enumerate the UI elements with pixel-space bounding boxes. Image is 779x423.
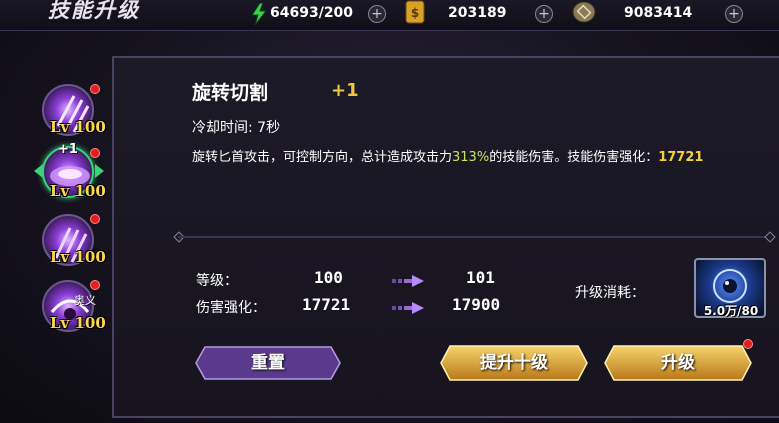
coin-icon [572,1,596,23]
reset-button-label: 重置 [251,353,285,373]
notification-dot [90,214,100,224]
upgrade-button[interactable]: 升级 [604,345,752,381]
notification-dot [90,84,100,94]
desc-text: 旋转匕首攻击，可控制方向，总计造成攻击力 [192,150,453,165]
upgrade-ten-button-label: 提升十级 [480,353,548,373]
selection-arrow-left [34,164,43,178]
skill-slot-1[interactable]: Lv 100 [42,84,106,138]
upgrade-cost-label: 升级消耗： [575,285,645,301]
arrow-right-icon [392,272,424,287]
arrow-right-icon [392,299,424,314]
notification-dot [90,148,100,158]
skill-level: Lv 100 [50,182,106,200]
add-stamina-button[interactable]: + [368,5,386,23]
upgrade-ten-button[interactable]: 提升十级 [440,345,588,381]
add-coin-button[interactable]: + [725,5,743,23]
add-ticket-button[interactable]: + [535,5,553,23]
skill-level: Lv 100 [50,314,106,332]
skill-slot-2-selected[interactable]: +1 Lv 100 [34,142,106,200]
level-label: 等级： [196,273,238,289]
ticket-value: 203189 [448,5,507,21]
cost-count: 5.0万/80 [703,304,759,318]
damage-current: 17721 [302,295,351,314]
damage-next: 17900 [452,295,501,314]
skill-slot-4[interactable]: 奥义 Lv 100 [42,280,106,334]
stamina-icon [249,2,269,26]
skill-level: Lv 100 [50,118,106,136]
level-current: 100 [314,268,343,287]
skill-level: Lv 100 [50,248,106,266]
skill-cooldown: 冷却时间: 7秒 [192,120,281,136]
notification-dot [743,339,753,349]
notification-dot [90,280,100,290]
skill-plus-level: +1 [331,80,359,101]
selection-arrow-right [95,164,104,178]
divider [178,236,770,238]
svg-text:$: $ [411,6,419,20]
page-title: 技能升级 [48,0,140,22]
upgrade-badge: +1 [58,142,78,157]
desc-highlight: 313% [452,150,490,165]
stamina-value: 64693/200 [270,5,354,21]
skill-name: 旋转切割 [192,82,269,104]
gold-ticket-icon: $ [404,0,426,24]
coin-value: 9083414 [624,5,693,21]
upgrade-button-label: 升级 [661,353,695,373]
desc-damage-value: 17721 [658,150,704,165]
damage-label: 伤害强化： [196,300,266,316]
skill-slot-3[interactable]: Lv 100 [42,214,106,268]
reset-button[interactable]: 重置 [195,346,341,380]
skill-description: 旋转匕首攻击，可控制方向，总计造成攻击力313%的技能伤害。技能伤害强化：177… [192,148,774,167]
ultimate-badge: 奥义 [74,294,96,307]
level-next: 101 [466,268,495,287]
desc-text-2: 的技能伤害。技能伤害强化： [489,150,659,165]
